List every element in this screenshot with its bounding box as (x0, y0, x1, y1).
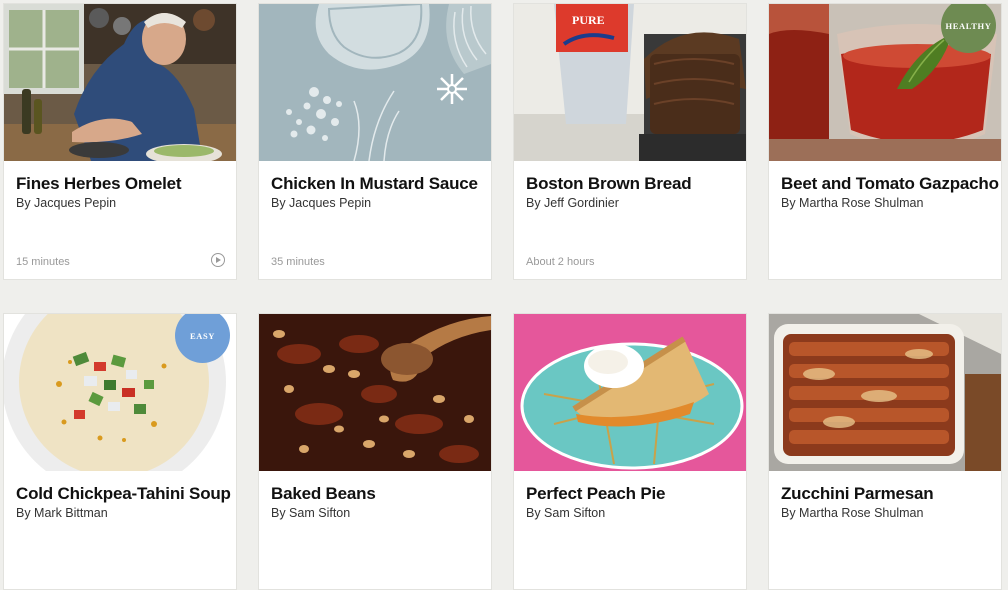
recipe-title[interactable]: Chicken In Mustard Sauce (271, 174, 483, 194)
recipe-photo[interactable] (4, 4, 236, 161)
recipe-illustration[interactable] (259, 4, 491, 161)
recipe-time: 35 minutes (271, 256, 325, 268)
svg-text:PURE: PURE (572, 13, 605, 27)
recipe-author[interactable]: By Jacques Pepin (271, 196, 371, 210)
recipe-title[interactable]: Fines Herbes Omelet (16, 174, 228, 194)
recipe-title[interactable]: Perfect Peach Pie (526, 484, 738, 504)
recipe-card-cold-chickpea-tahini-soup[interactable]: EASY Cold Chickpea-Tahini Soup By Mark B… (3, 313, 237, 590)
recipe-author[interactable]: By Sam Sifton (526, 506, 605, 520)
recipe-card-fines-herbes-omelet[interactable]: Fines Herbes Omelet By Jacques Pepin 15 … (3, 3, 237, 280)
recipe-photo[interactable] (769, 314, 1001, 471)
recipe-author[interactable]: By Sam Sifton (271, 506, 350, 520)
recipe-card-chicken-in-mustard-sauce[interactable]: Chicken In Mustard Sauce By Jacques Pepi… (258, 3, 492, 280)
recipe-time: 15 minutes (16, 256, 70, 268)
recipe-title[interactable]: Zucchini Parmesan (781, 484, 993, 504)
recipe-card-zucchini-parmesan[interactable]: Zucchini Parmesan By Martha Rose Shulman (768, 313, 1002, 590)
recipe-photo[interactable]: PURE (514, 4, 746, 161)
recipe-author[interactable]: By Jacques Pepin (16, 196, 116, 210)
recipe-card-perfect-peach-pie[interactable]: Perfect Peach Pie By Sam Sifton (513, 313, 747, 590)
recipe-author[interactable]: By Jeff Gordinier (526, 196, 619, 210)
recipe-author[interactable]: By Martha Rose Shulman (781, 506, 923, 520)
recipe-card-beet-and-tomato-gazpacho[interactable]: HEALTHY Beet and Tomato Gazpacho By Mart… (768, 3, 1002, 280)
recipe-card-boston-brown-bread[interactable]: PURE Boston Brown Bread By Jeff Gordinie… (513, 3, 747, 280)
recipe-title[interactable]: Boston Brown Bread (526, 174, 738, 194)
recipe-card-baked-beans[interactable]: Baked Beans By Sam Sifton (258, 313, 492, 590)
recipe-time: About 2 hours (526, 256, 595, 268)
recipe-photo[interactable] (514, 314, 746, 471)
recipe-photo[interactable] (259, 314, 491, 471)
recipe-title[interactable]: Baked Beans (271, 484, 483, 504)
recipe-title[interactable]: Cold Chickpea-Tahini Soup (16, 484, 231, 504)
play-video-icon[interactable] (211, 253, 225, 267)
recipe-author[interactable]: By Mark Bittman (16, 506, 108, 520)
recipe-author[interactable]: By Martha Rose Shulman (781, 196, 923, 210)
recipe-title[interactable]: Beet and Tomato Gazpacho (781, 174, 999, 194)
